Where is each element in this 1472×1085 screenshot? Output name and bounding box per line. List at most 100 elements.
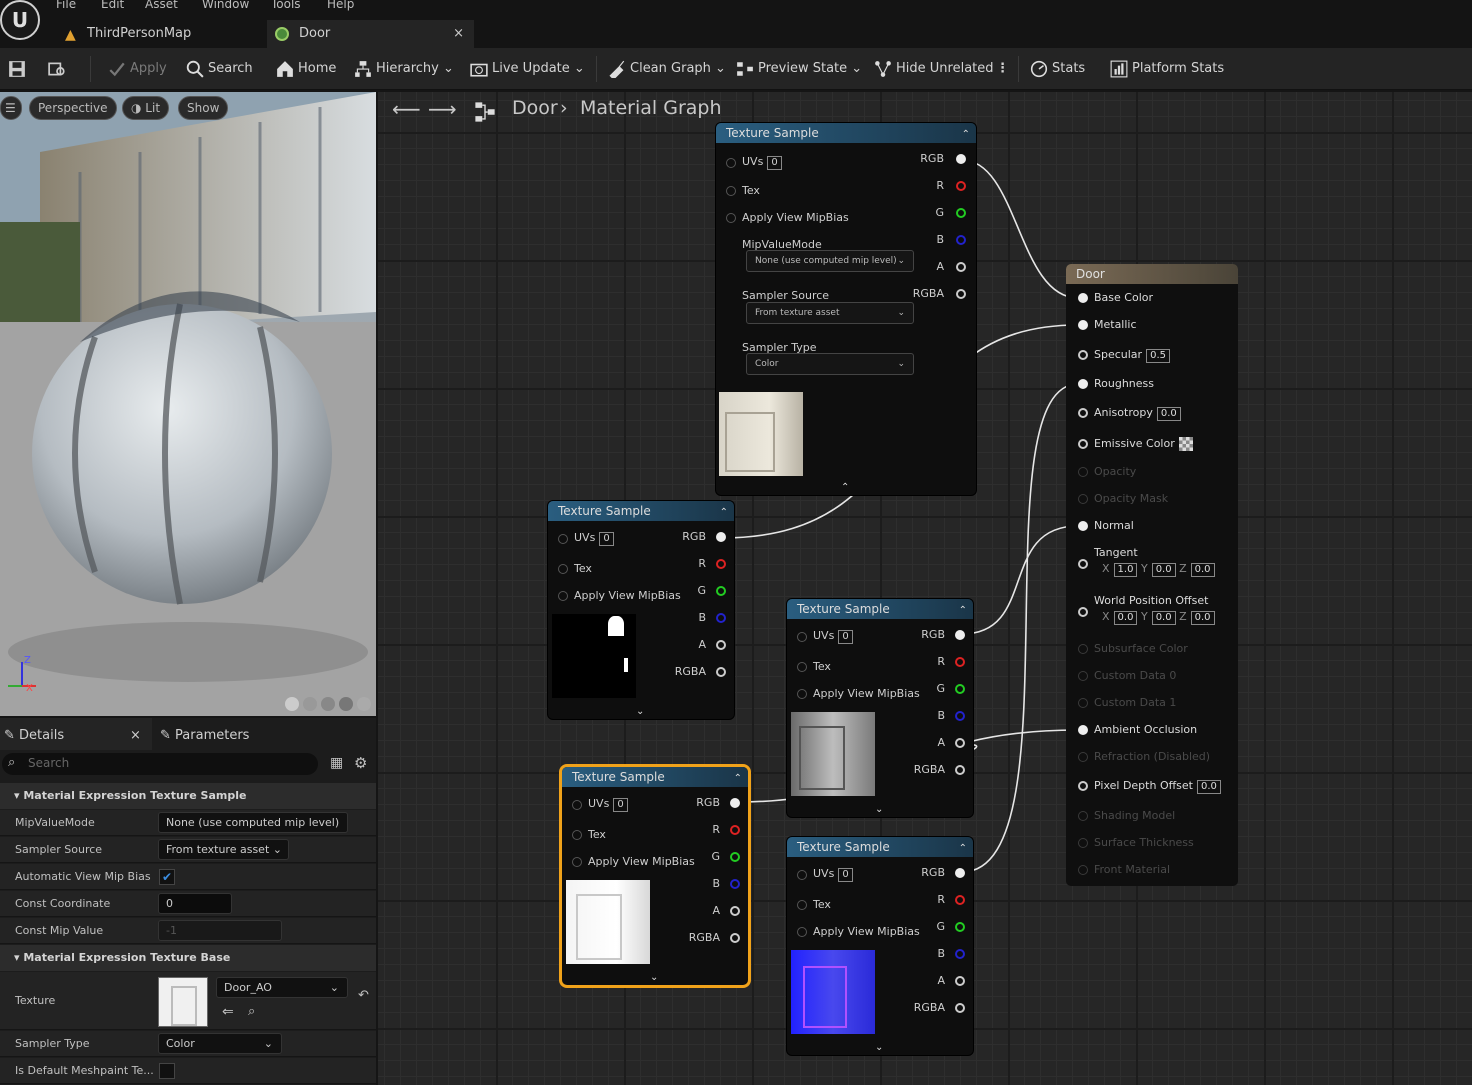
tab-door[interactable]: Door × [267,20,474,48]
menu-help[interactable]: Help [327,0,354,11]
texture-thumbnail[interactable] [158,977,208,1027]
r-output-pin[interactable] [955,657,965,667]
custom-data-0-pin[interactable] [1078,671,1088,681]
g-output-pin[interactable] [956,208,966,218]
rgb-output-pin[interactable] [730,798,740,808]
rgba-output-pin[interactable] [955,765,965,775]
menu-window[interactable]: Window [202,0,249,11]
surface-thickness-pin[interactable] [1078,838,1088,848]
sampler-source-dropdown[interactable]: From texture asset ⌄ [158,839,289,860]
expand-node-icon[interactable]: ⌄ [875,1042,883,1053]
tab-parameters[interactable]: ✎ Parameters [160,722,249,750]
tangent-z[interactable]: 0.0 [1190,563,1215,577]
show-button[interactable]: Show [178,96,229,120]
mipbias-input-pin[interactable] [797,927,807,937]
mipbias-input-pin[interactable] [558,591,568,601]
mipbias-input-pin[interactable] [726,213,736,223]
texture-asset-picker[interactable]: Door_AO ⌄ [216,977,348,998]
details-search-input[interactable]: ⌕ Search [2,753,318,775]
more-options-icon[interactable]: ⋮ [996,48,1009,90]
lit-button[interactable]: ◑ Lit [122,96,170,120]
collapse-advanced-icon[interactable]: ⌃ [841,482,849,493]
material-result-node[interactable]: Door Base Color Metallic Specular 0.5 Rou… [1066,264,1238,886]
r-output-pin[interactable] [955,895,965,905]
a-output-pin[interactable] [716,640,726,650]
sampler-type-dropdown[interactable]: Color ⌄ [746,353,914,375]
tex-input-pin[interactable] [797,662,807,672]
home-button[interactable]: Home [276,48,336,90]
result-node-header[interactable]: Door [1066,264,1238,284]
mipbias-input-pin[interactable] [572,857,582,867]
viewport-menu-icon[interactable]: ☰ [0,96,22,120]
collapse-node-icon[interactable]: ⌃ [959,601,967,621]
tab-details[interactable]: ✎ Details [4,722,64,750]
close-tab-icon[interactable]: × [453,20,464,48]
opacity-mask-pin[interactable] [1078,494,1088,504]
clean-graph-button[interactable]: Clean Graph ⌄ [608,48,726,90]
b-output-pin[interactable] [955,711,965,721]
a-output-pin[interactable] [955,976,965,986]
subsurface-color-pin[interactable] [1078,644,1088,654]
table-view-icon[interactable]: ▦ [330,755,343,771]
rgb-output-pin[interactable] [956,154,966,164]
rgb-output-pin[interactable] [955,868,965,878]
auto-mip-bias-checkbox[interactable]: ✔ [159,869,175,885]
a-output-pin[interactable] [956,262,966,272]
rgb-output-pin[interactable] [716,532,726,542]
hide-unrelated-button[interactable]: Hide Unrelated [874,48,994,90]
texture-sample-node-1[interactable]: Texture Sample ⌃ UVs 0 Tex Apply View MipB… [716,123,976,495]
uvs-input-pin[interactable] [572,800,582,810]
pixel-depth-offset-value[interactable]: 0.0 [1197,780,1221,794]
category-texture-sample[interactable]: ▾ Material Expression Texture Sample [0,783,376,809]
custom-data-1-pin[interactable] [1078,698,1088,708]
texture-sample-node-2[interactable]: Texture Sample ⌃ UVs 0 Tex Apply View MipB… [548,501,734,719]
rgba-output-pin[interactable] [955,1003,965,1013]
tex-input-pin[interactable] [726,186,736,196]
wpo-y[interactable]: 0.0 [1151,611,1176,625]
rgba-output-pin[interactable] [730,933,740,943]
sampler-type-dropdown[interactable]: Color ⌄ [158,1033,282,1054]
settings-gear-icon[interactable]: ⚙ [354,754,367,772]
const-mip-input[interactable]: -1 [158,920,282,941]
material-graph[interactable]: ⟵ ⟶ Door › Material Graph Texture Sample… [378,92,1472,1085]
b-output-pin[interactable] [955,949,965,959]
node-header[interactable]: Texture Sample ⌃ [787,599,973,619]
emissive-color-pin[interactable] [1078,439,1088,449]
mipvaluemode-dropdown[interactable]: None (use computed mip level) ⌄ [746,250,914,272]
category-texture-base[interactable]: ▾ Material Expression Texture Base [0,945,376,971]
save-icon[interactable] [8,48,30,90]
menu-edit[interactable]: Edit [101,0,124,11]
b-output-pin[interactable] [716,613,726,623]
tex-input-pin[interactable] [572,830,582,840]
uvs-input-pin[interactable] [558,534,568,544]
uvs-input-pin[interactable] [797,870,807,880]
rgb-output-pin[interactable] [955,630,965,640]
expand-node-icon[interactable]: ⌄ [875,804,883,815]
metallic-pin[interactable] [1078,320,1088,330]
menu-tools[interactable]: Tools [271,0,301,11]
mipvaluemode-dropdown[interactable]: None (use computed mip level) ⌄ [158,812,348,848]
base-color-pin[interactable] [1078,293,1088,303]
wpo-x[interactable]: 0.0 [1113,611,1138,625]
anisotropy-pin[interactable] [1078,408,1088,418]
wpo-z[interactable]: 0.0 [1190,611,1215,625]
b-output-pin[interactable] [730,879,740,889]
roughness-pin[interactable] [1078,379,1088,389]
tangent-pin[interactable] [1078,559,1088,569]
uvs-input-pin[interactable] [797,632,807,642]
g-output-pin[interactable] [955,684,965,694]
meshpaint-checkbox[interactable] [159,1063,175,1079]
texture-sample-node-4-selected[interactable]: Texture Sample ⌃ UVs 0 Tex Apply View MipB… [562,767,748,985]
a-output-pin[interactable] [730,906,740,916]
menu-file[interactable]: File [56,0,76,11]
g-output-pin[interactable] [730,852,740,862]
rgba-output-pin[interactable] [956,289,966,299]
tangent-x[interactable]: 1.0 [1113,563,1138,577]
apply-button[interactable]: Apply [108,48,167,90]
sampler-source-dropdown[interactable]: From texture asset ⌄ [746,302,914,324]
uvs-input-pin[interactable] [726,158,736,168]
tab-thirdpersonmap[interactable]: ▲ ThirdPersonMap [62,20,191,48]
expand-node-icon[interactable]: ⌄ [636,706,644,717]
collapse-node-icon[interactable]: ⌃ [959,839,967,859]
shading-model-pin[interactable] [1078,811,1088,821]
